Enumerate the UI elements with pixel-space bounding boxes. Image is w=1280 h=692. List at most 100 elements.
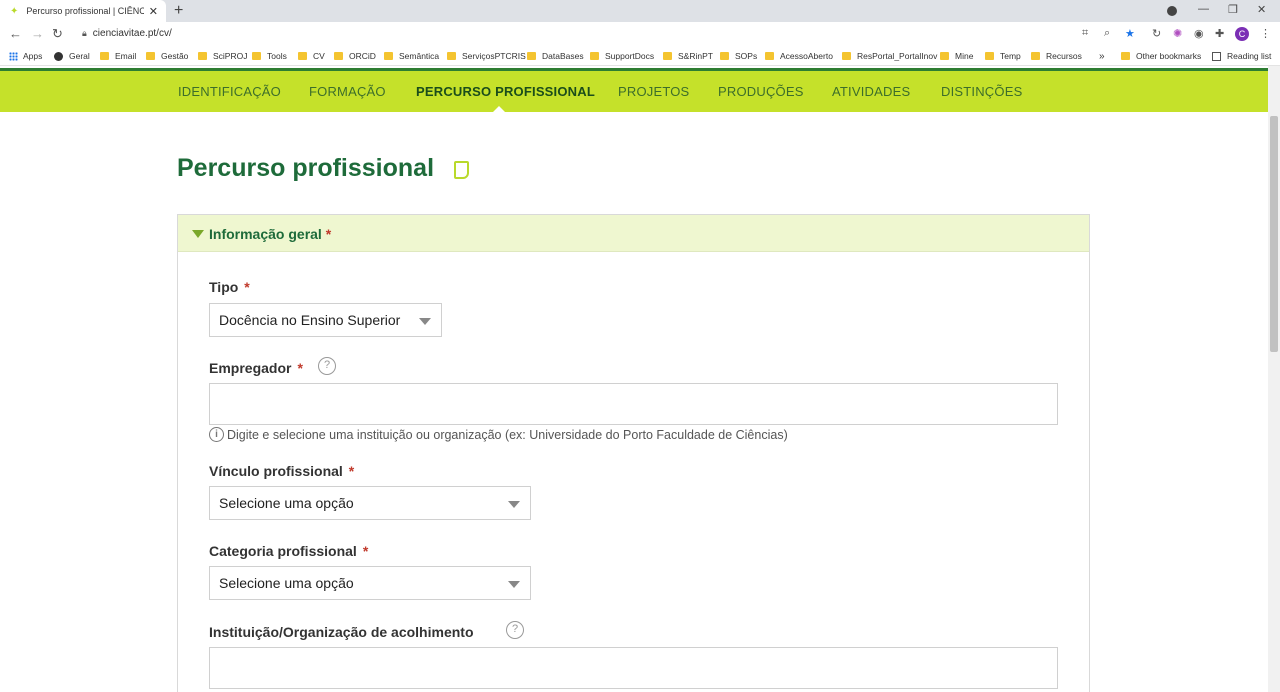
nav-distincoes[interactable]: DISTINÇÕES: [941, 84, 1022, 99]
extension-grammar-icon[interactable]: ◉: [1194, 27, 1204, 40]
forward-icon[interactable]: →: [31, 26, 44, 41]
scrollbar-thumb[interactable]: [1270, 116, 1278, 352]
back-icon[interactable]: ←: [9, 26, 22, 41]
folder-icon: [985, 52, 994, 60]
folder-icon: [252, 52, 261, 60]
vinculo-label: Vínculo profissional *: [209, 463, 355, 479]
folder-icon: [940, 52, 949, 60]
folder-icon: [384, 52, 393, 60]
instituicao-label: Instituição/Organização de acolhimento: [209, 624, 474, 640]
folder-icon: [842, 52, 851, 60]
translate-icon[interactable]: ⌗: [1082, 27, 1088, 40]
extensions-puzzle-icon[interactable]: ✚: [1215, 27, 1224, 40]
url-text: cienciavitae.pt/cv/: [92, 28, 172, 39]
minimize-icon[interactable]: —: [1198, 3, 1209, 15]
browser-tab-bar: ✦ Percurso profissional | CIÊNCIAVITAE ✕…: [0, 0, 1280, 22]
bookmark-star-icon[interactable]: ★: [1125, 27, 1135, 40]
bookmark-semantica[interactable]: Semântica: [384, 51, 439, 61]
close-tab-icon[interactable]: ✕: [149, 5, 158, 18]
empregador-label: Empregador *: [209, 360, 303, 376]
section-title: Informação geral *: [209, 226, 332, 242]
folder-icon: [1121, 52, 1130, 60]
nav-formacao[interactable]: FORMAÇÃO: [309, 84, 386, 99]
bookmark-other[interactable]: Other bookmarks: [1121, 51, 1201, 61]
dropdown-arrow-icon: [508, 581, 520, 588]
page-title: Percurso profissional: [177, 154, 435, 182]
nav-projetos[interactable]: PROJETOS: [618, 84, 689, 99]
bookmark-cv[interactable]: CV: [298, 51, 325, 61]
folder-icon: [590, 52, 599, 60]
bookmarks-overflow-icon[interactable]: »: [1099, 51, 1105, 62]
bookmark-srinpt[interactable]: S&RinPT: [663, 51, 713, 61]
empregador-help-icon[interactable]: ?: [318, 357, 336, 375]
dropdown-arrow-icon: [419, 318, 431, 325]
instituicao-input[interactable]: [209, 647, 1058, 689]
zoom-icon[interactable]: ⌕: [1104, 27, 1110, 40]
bookmark-temp[interactable]: Temp: [985, 51, 1021, 61]
lock-icon: 🔒︎: [82, 28, 87, 38]
bookmark-recursos[interactable]: Recursos: [1031, 51, 1082, 61]
restore-icon[interactable]: ❐: [1228, 3, 1238, 16]
nav-identificacao[interactable]: IDENTIFICAÇÃO: [178, 84, 281, 99]
bookmark-email[interactable]: Email: [100, 51, 136, 61]
bookmark-databases[interactable]: DataBases: [527, 51, 584, 61]
note-icon[interactable]: [454, 161, 469, 179]
extension-refresh-icon[interactable]: ↻: [1152, 27, 1161, 40]
extension-flower-icon[interactable]: ✺: [1173, 27, 1182, 40]
instituicao-help-icon[interactable]: ?: [506, 621, 524, 639]
browser-menu-icon[interactable]: ⋮: [1260, 27, 1271, 40]
categoria-select[interactable]: Selecione uma opção: [209, 566, 531, 600]
folder-icon: [146, 52, 155, 60]
close-window-icon[interactable]: ✕: [1257, 3, 1266, 16]
categoria-label: Categoria profissional *: [209, 543, 369, 559]
bookmark-mine[interactable]: Mine: [940, 51, 973, 61]
tipo-select[interactable]: Docência no Ensino Superior: [209, 303, 442, 337]
new-tab-icon[interactable]: +: [174, 2, 183, 20]
reload-icon[interactable]: ↻: [52, 26, 63, 42]
folder-icon: [198, 52, 207, 60]
folder-icon: [334, 52, 343, 60]
bookmark-supportdocs[interactable]: SupportDocs: [590, 51, 654, 61]
folder-icon: [100, 52, 109, 60]
tipo-label: Tipo *: [209, 279, 250, 295]
bookmark-acessoaberto[interactable]: AcessoAberto: [765, 51, 833, 61]
required-mark: *: [325, 226, 332, 242]
tab-search-icon[interactable]: [1167, 6, 1177, 16]
nav-percurso-profissional[interactable]: PERCURSO PROFISSIONAL: [416, 84, 595, 99]
globe-icon: [54, 51, 63, 61]
bookmark-sciproj[interactable]: SciPROJ: [198, 51, 247, 61]
dropdown-arrow-icon: [508, 501, 520, 508]
page-scrollbar[interactable]: [1268, 66, 1280, 692]
folder-icon: [720, 52, 729, 60]
folder-icon: [1031, 52, 1040, 60]
bookmark-apps[interactable]: Apps: [9, 51, 42, 61]
tipo-value: Docência no Ensino Superior: [219, 312, 401, 328]
folder-icon: [663, 52, 672, 60]
bookmark-tools[interactable]: Tools: [252, 51, 287, 61]
browser-tab[interactable]: ✦ Percurso profissional | CIÊNCIAVITAE ✕: [0, 0, 166, 22]
section-header[interactable]: Informação geral *: [178, 215, 1089, 252]
folder-icon: [298, 52, 307, 60]
tab-title: Percurso profissional | CIÊNCIAVITAE: [26, 6, 145, 16]
address-bar-row: ← → ↻ 🔒︎ cienciavitae.pt/cv/ ⌗ ⌕ ★ ↻ ✺ ◉ …: [0, 22, 1280, 46]
collapse-triangle-icon[interactable]: [192, 230, 204, 238]
bookmark-gestao[interactable]: Gestão: [146, 51, 188, 61]
reading-list-icon: [1212, 51, 1221, 61]
url-field[interactable]: 🔒︎ cienciavitae.pt/cv/: [82, 28, 172, 39]
bookmark-sops[interactable]: SOPs: [720, 51, 757, 61]
bookmark-orcid[interactable]: ORCiD: [334, 51, 376, 61]
folder-icon: [527, 52, 536, 60]
categoria-value: Selecione uma opção: [219, 575, 354, 591]
profile-avatar[interactable]: C: [1235, 27, 1249, 41]
nav-producoes[interactable]: PRODUÇÕES: [718, 84, 804, 99]
empregador-hint: i Digite e selecione uma instituição ou …: [209, 427, 788, 442]
reading-list[interactable]: Reading list: [1212, 51, 1271, 61]
bookmark-servicosptcris[interactable]: ServiçosPTCRIS: [447, 51, 526, 61]
bookmark-resportal[interactable]: ResPortal_PortalInov: [842, 51, 937, 61]
folder-icon: [765, 52, 774, 60]
general-info-section: Informação geral *: [177, 214, 1090, 692]
nav-atividades[interactable]: ATIVIDADES: [832, 84, 910, 99]
empregador-input[interactable]: [209, 383, 1058, 425]
vinculo-select[interactable]: Selecione uma opção: [209, 486, 531, 520]
bookmark-geral[interactable]: Geral: [54, 51, 90, 61]
